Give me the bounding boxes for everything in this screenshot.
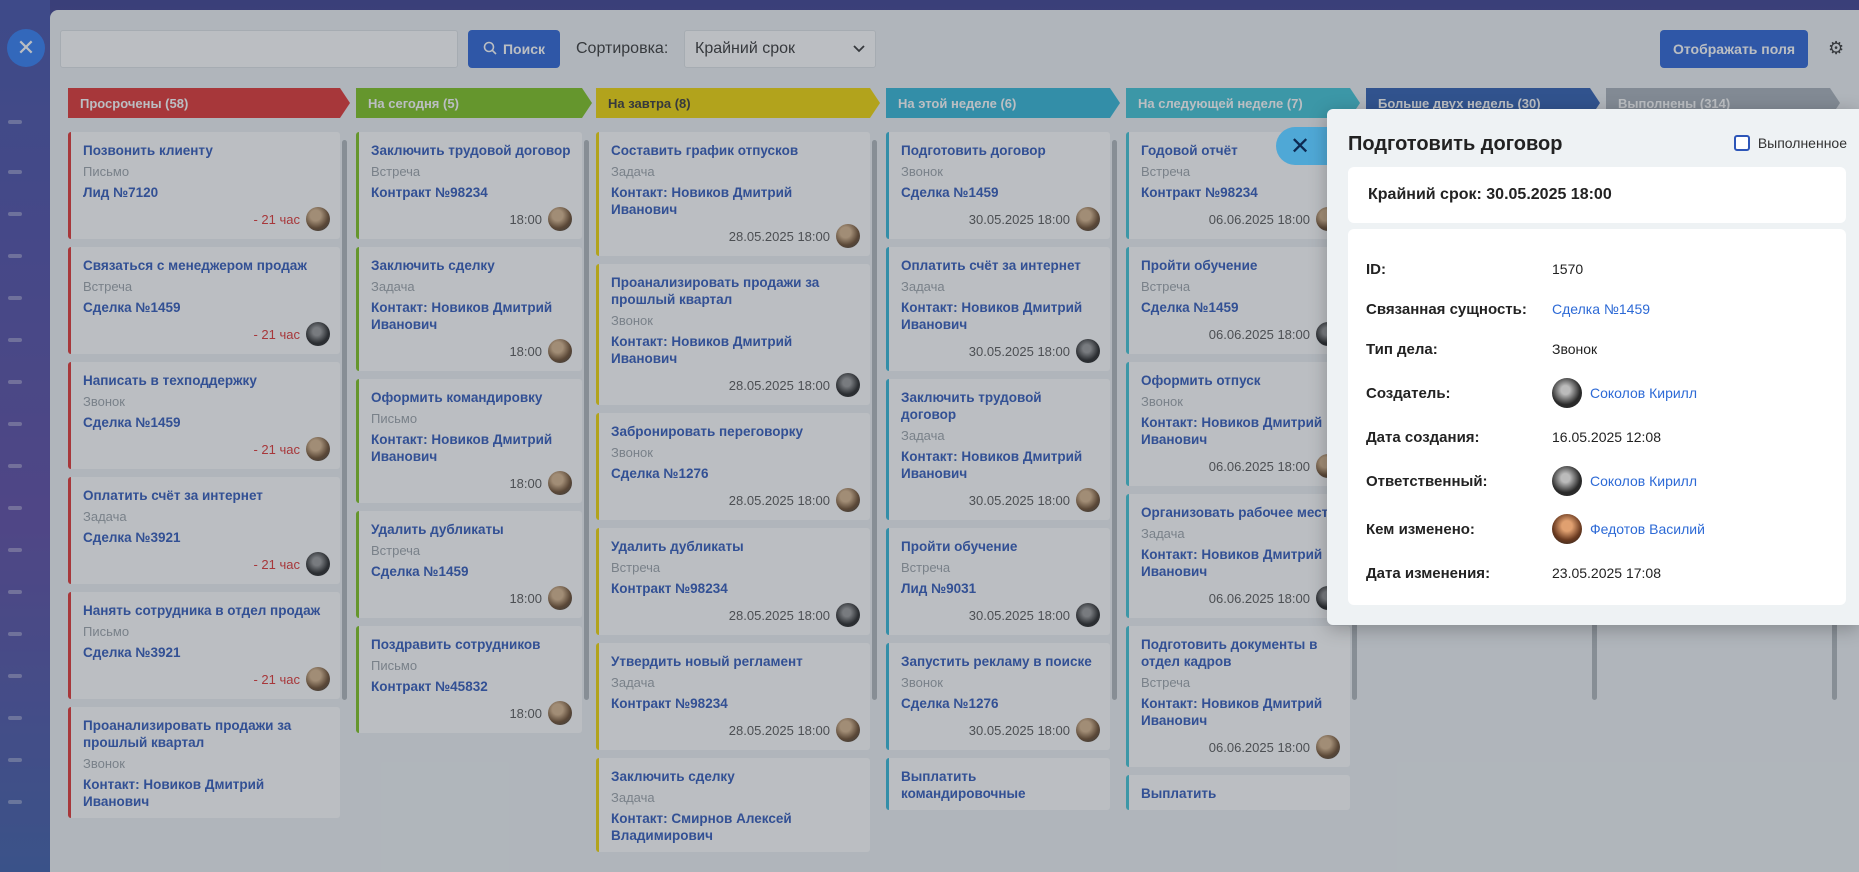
deadline-text: Крайний срок: 30.05.2025 18:00 (1368, 186, 1612, 203)
field-value: Звонок (1552, 341, 1598, 357)
field-label: Кем изменено: (1366, 520, 1475, 538)
deadline-box: Крайний срок: 30.05.2025 18:00 (1348, 167, 1846, 223)
field-label: ID: (1366, 260, 1386, 278)
field-label: Создатель: (1366, 384, 1451, 402)
avatar (1552, 378, 1582, 408)
field-label: Связанная сущность: (1366, 300, 1527, 318)
field-value: Соколов Кирилл (1552, 378, 1697, 408)
activity-detail-popup: Подготовить договор Выполненное Крайний … (1327, 109, 1859, 625)
field-value: 23.05.2025 17:08 (1552, 565, 1661, 581)
field-label: Дата изменения: (1366, 564, 1491, 582)
responsible-link[interactable]: Соколов Кирилл (1590, 473, 1697, 489)
field-value: Соколов Кирилл (1552, 466, 1697, 496)
field-label: Ответственный: (1366, 472, 1488, 490)
detail-row-modified: Дата изменения: 23.05.2025 17:08 (1366, 553, 1828, 593)
close-icon: ✕ (1290, 132, 1311, 160)
field-value: Федотов Василий (1552, 514, 1705, 544)
field-value: 16.05.2025 12:08 (1552, 429, 1661, 445)
field-label: Тип дела: (1366, 340, 1438, 358)
modified-by-link[interactable]: Федотов Василий (1590, 521, 1705, 537)
detail-row-created: Дата создания: 16.05.2025 12:08 (1366, 417, 1828, 457)
done-checkbox[interactable] (1733, 135, 1750, 151)
avatar (1552, 514, 1582, 544)
avatar (1552, 466, 1582, 496)
field-label: Дата создания: (1366, 428, 1480, 446)
detail-title: Подготовить договор (1348, 133, 1563, 155)
creator-link[interactable]: Соколов Кирилл (1590, 385, 1697, 401)
detail-row-modified-by: Кем изменено: Федотов Василий (1366, 505, 1828, 553)
detail-row-creator: Создатель: Соколов Кирилл (1366, 369, 1828, 417)
detail-info: ID: 1570 Связанная сущность: Сделка №145… (1348, 229, 1846, 605)
detail-row-id: ID: 1570 (1366, 249, 1828, 289)
done-label: Выполненное (1757, 135, 1847, 151)
entity-link[interactable]: Сделка №1459 (1552, 301, 1650, 317)
detail-row-entity: Связанная сущность: Сделка №1459 (1366, 289, 1828, 329)
detail-row-type: Тип дела: Звонок (1366, 329, 1828, 369)
detail-row-responsible: Ответственный: Соколов Кирилл (1366, 457, 1828, 505)
done-toggle[interactable]: Выполненное (1733, 135, 1847, 151)
field-value: 1570 (1552, 261, 1584, 277)
